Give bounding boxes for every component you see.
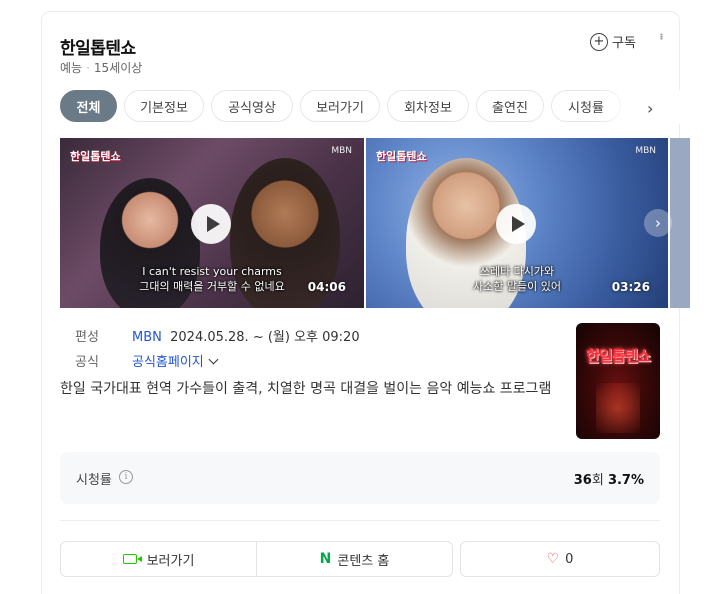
program-meta: 예능 · 15세이상: [60, 59, 142, 76]
schedule-text: 2024.05.28. ~ (월) 오후 09:20: [170, 330, 360, 345]
chevron-right-icon[interactable]: ›: [644, 209, 672, 237]
naver-n-icon: N: [319, 551, 332, 567]
poster-logo: 한일톱텐쇼: [585, 347, 651, 365]
broadcast-row: 편성 MBN 2024.05.28. ~ (월) 오후 09:20: [75, 326, 360, 345]
info-icon[interactable]: i: [119, 470, 133, 484]
tab-episodes[interactable]: 회차정보: [387, 90, 469, 122]
tab-cast[interactable]: 출연진: [476, 90, 544, 122]
program-poster[interactable]: 한일톱텐쇼: [576, 323, 660, 439]
subscribe-button[interactable]: + 구독: [590, 32, 636, 51]
meta-separator: ·: [86, 61, 90, 75]
ratings-episode-suffix: 회: [591, 473, 604, 488]
show-logo: 한일톱텐쇼: [376, 150, 427, 163]
video-duration: 04:06: [307, 280, 346, 294]
plus-circle-icon: +: [590, 32, 608, 51]
official-row: 공식 공식홈페이지: [75, 351, 219, 370]
category-tabs: 전체 기본정보 공식영상 보러가기 회차정보 출연진 시청률: [60, 90, 680, 124]
official-homepage-link[interactable]: 공식홈페이지: [132, 355, 204, 370]
channel-link[interactable]: MBN: [132, 330, 162, 345]
heart-icon: ♡: [546, 551, 560, 567]
chevron-right-icon[interactable]: ›: [647, 99, 653, 118]
ratings-label: 시청률: [76, 473, 112, 488]
program-description: 한일 국가대표 현역 가수들이 출격, 치열한 명곡 대결을 벌이는 음악 예능…: [60, 381, 552, 397]
caption-line: I can't resist your charms: [142, 265, 282, 278]
broadcast-label: 편성: [75, 330, 99, 345]
like-count: 0: [565, 551, 574, 567]
more-vertical-icon[interactable]: ···: [652, 32, 671, 38]
age-rating-text: 15세이상: [93, 61, 143, 75]
video-camera-icon: [122, 554, 142, 564]
official-label: 공식: [75, 355, 99, 370]
play-icon[interactable]: [496, 204, 536, 244]
section-divider: [60, 520, 660, 521]
channel-watermark: MBN: [635, 146, 656, 156]
broadcast-value: MBN 2024.05.28. ~ (월) 오후 09:20: [132, 326, 360, 345]
caption-line: 쓰레타 다시가와: [479, 265, 555, 278]
play-icon[interactable]: [191, 204, 231, 244]
ratings-value: 36회 3.7%: [574, 469, 644, 488]
poster-glow: [596, 383, 640, 433]
tab-basic-info[interactable]: 기본정보: [124, 90, 204, 122]
chevron-down-icon[interactable]: [208, 354, 219, 365]
video-thumbnail[interactable]: 한일톱텐쇼 MBN I can't resist your charms 그대의…: [60, 138, 364, 308]
official-value: 공식홈페이지: [132, 351, 219, 370]
tab-all[interactable]: 전체: [60, 90, 117, 122]
program-title[interactable]: 한일톱텐쇼: [60, 34, 136, 59]
watch-button[interactable]: 보러가기: [60, 541, 257, 577]
video-duration: 03:26: [611, 280, 650, 294]
content-home-label: 콘텐츠 홈: [337, 553, 390, 569]
ratings-episode: 36: [573, 473, 592, 488]
ratings-percent: 3.7%: [607, 473, 644, 488]
ratings-box[interactable]: 시청률 i 36회 3.7%: [60, 452, 660, 504]
genre-text: 예능: [60, 61, 83, 75]
tab-watch[interactable]: 보러가기: [300, 90, 380, 122]
watch-label: 보러가기: [146, 553, 195, 569]
like-button[interactable]: ♡ 0: [460, 541, 660, 577]
content-home-button[interactable]: N 콘텐츠 홈: [256, 541, 453, 577]
subscribe-label: 구독: [612, 36, 636, 51]
show-logo: 한일톱텐쇼: [70, 150, 121, 163]
tabs-fade-overlay: [600, 90, 680, 124]
video-thumbnail[interactable]: 한일톱텐쇼 MBN 쓰레타 다시가와 사소한 말들이 있어 03:26: [366, 138, 668, 308]
video-thumbnail-partial[interactable]: [670, 138, 690, 308]
channel-watermark: MBN: [331, 146, 352, 156]
tab-official-video[interactable]: 공식영상: [211, 90, 293, 122]
